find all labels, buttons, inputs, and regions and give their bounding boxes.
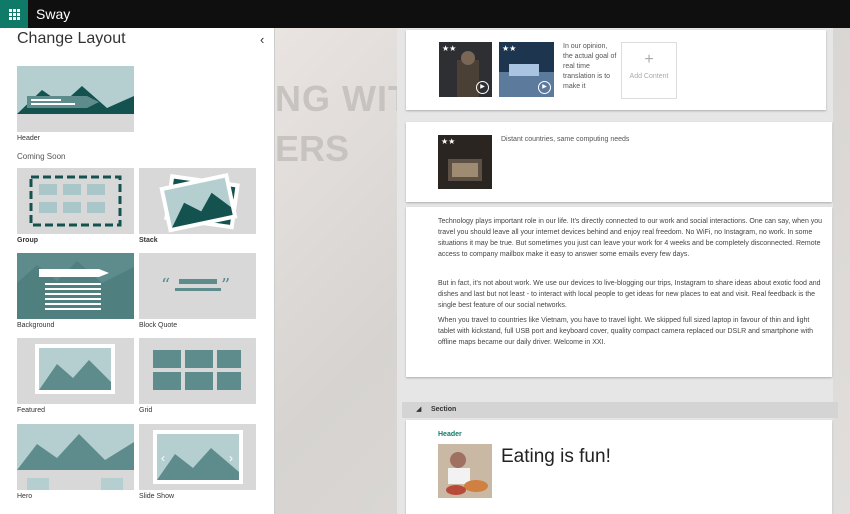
card-text[interactable]: In our opinion, the actual goal of real … bbox=[563, 42, 617, 97]
video-thumbnail[interactable]: ★★ ▶ bbox=[499, 42, 554, 97]
header-image-thumbnail[interactable] bbox=[438, 444, 492, 498]
layout-tile-hero[interactable] bbox=[17, 424, 134, 490]
play-icon[interactable]: ▶ bbox=[476, 81, 489, 94]
image-thumbnail[interactable]: ★★ bbox=[438, 135, 492, 189]
layout-label-featured: Featured bbox=[17, 407, 46, 414]
card-type-label: Header bbox=[438, 431, 462, 438]
layout-label-group: Group bbox=[17, 237, 38, 244]
layout-label-grid: Grid bbox=[139, 407, 153, 414]
background-title-line2: ERS bbox=[275, 128, 350, 169]
image-caption[interactable]: Distant countries, same computing needs bbox=[501, 135, 801, 145]
background-title-line1: NG WIT bbox=[275, 78, 411, 119]
layout-label-block-quote: Block Quote bbox=[139, 322, 178, 329]
app-name[interactable]: Sway bbox=[36, 6, 70, 22]
current-layout-label: Header bbox=[17, 135, 40, 142]
plus-icon: + bbox=[644, 51, 654, 68]
layout-tile-group[interactable] bbox=[17, 168, 134, 234]
collapse-triangle-icon[interactable]: ◢ bbox=[416, 405, 421, 413]
header-layout-icon bbox=[17, 66, 134, 132]
star-rating-icon: ★★ bbox=[441, 137, 456, 146]
layout-tile-header[interactable] bbox=[17, 66, 134, 132]
media-group-card[interactable]: ★★ ▶ ★★ ▶ In our opinion, the actual goa… bbox=[406, 30, 826, 110]
header-card[interactable]: Header Eating is fun! bbox=[406, 420, 832, 514]
video-thumbnail[interactable]: ★★ ▶ bbox=[439, 42, 492, 97]
stack-layout-icon bbox=[139, 168, 256, 234]
top-bar: Sway bbox=[0, 0, 850, 28]
pane-title: Change Layout bbox=[17, 30, 126, 47]
star-rating-icon: ★★ bbox=[442, 44, 457, 53]
coming-soon-heading: Coming Soon bbox=[17, 152, 66, 161]
section-label: Section bbox=[431, 406, 457, 413]
background-layout-icon bbox=[17, 253, 134, 319]
grid-layout-icon bbox=[139, 338, 256, 404]
add-content-label: Add Content bbox=[629, 73, 669, 80]
hero-layout-icon bbox=[17, 424, 134, 490]
section-bar[interactable]: ◢ Section bbox=[402, 402, 838, 418]
layout-tile-stack[interactable] bbox=[139, 168, 256, 234]
block-quote-layout-icon: “ ” bbox=[139, 253, 256, 319]
paragraph-3[interactable]: When you travel to countries like Vietna… bbox=[438, 315, 824, 348]
app-launcher-grid-icon[interactable] bbox=[0, 0, 28, 28]
svg-text:”: ” bbox=[221, 275, 230, 296]
group-layout-icon bbox=[17, 168, 134, 234]
paragraph-2[interactable]: But in fact, it's not about work. We use… bbox=[438, 278, 824, 311]
slide-show-layout-icon: ‹ › bbox=[139, 424, 256, 490]
svg-text:›: › bbox=[229, 451, 233, 465]
chevron-left-icon[interactable]: ‹ bbox=[260, 32, 264, 47]
play-icon[interactable]: ▶ bbox=[538, 81, 551, 94]
star-rating-icon: ★★ bbox=[502, 44, 517, 53]
add-content-button[interactable]: + Add Content bbox=[621, 42, 677, 99]
layout-label-stack: Stack bbox=[139, 237, 158, 244]
header-image-icon bbox=[446, 452, 488, 495]
featured-layout-icon bbox=[17, 338, 134, 404]
change-layout-pane: Change Layout ‹ Header Coming Soon Group bbox=[0, 28, 275, 514]
paragraph-1[interactable]: Technology plays important role in our l… bbox=[438, 216, 824, 260]
layout-tile-background[interactable] bbox=[17, 253, 134, 319]
layout-label-hero: Hero bbox=[17, 493, 33, 500]
svg-text:“: “ bbox=[161, 275, 170, 296]
layout-tile-grid[interactable] bbox=[139, 338, 256, 404]
layout-tile-featured[interactable] bbox=[17, 338, 134, 404]
layout-tile-slide-show[interactable]: ‹ › bbox=[139, 424, 256, 490]
layout-label-background: Background bbox=[17, 322, 55, 329]
layout-label-slide-show: Slide Show bbox=[139, 493, 175, 500]
image-caption-card[interactable]: ★★ Distant countries, same computing nee… bbox=[406, 122, 832, 202]
layout-tile-block-quote[interactable]: “ ” bbox=[139, 253, 256, 319]
header-heading[interactable]: Eating is fun! bbox=[501, 446, 611, 468]
svg-text:‹: ‹ bbox=[161, 451, 165, 465]
